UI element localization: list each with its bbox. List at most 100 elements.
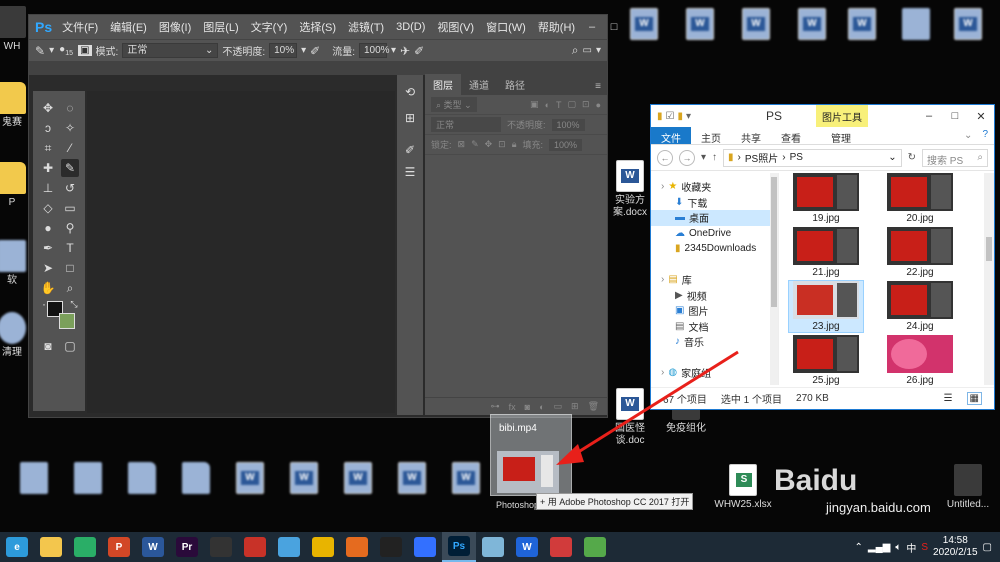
properties-panel-icon[interactable]: ⊞ bbox=[401, 109, 419, 127]
menu-filter[interactable]: 滤镜(T) bbox=[342, 19, 390, 35]
help-icon[interactable]: ? bbox=[976, 127, 994, 144]
chevron-down-icon[interactable]: ⌄ bbox=[960, 127, 976, 144]
menu-type[interactable]: 文字(Y) bbox=[245, 19, 294, 35]
ribbon-tab-view[interactable]: 查看 bbox=[771, 127, 811, 145]
airbrush-icon[interactable]: ✈ bbox=[400, 44, 410, 58]
address-bar[interactable]: ▮ › PS照片 › PS ⌄ bbox=[723, 148, 902, 167]
blend-mode-select[interactable]: 正常 bbox=[431, 117, 501, 132]
lock-artboard-icon[interactable]: ⊡ bbox=[498, 139, 506, 150]
tab-channels[interactable]: 通道 bbox=[461, 74, 497, 95]
layer-style-icon[interactable]: fx bbox=[509, 402, 516, 412]
file-thumbnail[interactable]: 21.jpg bbox=[789, 227, 863, 278]
brush-panel-icon[interactable]: ▣ bbox=[78, 45, 92, 56]
menu-image[interactable]: 图像(I) bbox=[153, 19, 197, 35]
network-icon[interactable]: ▂▄▆ bbox=[868, 542, 890, 553]
brush-tool-icon[interactable]: ✎ bbox=[35, 44, 45, 58]
brush-panel-icon[interactable]: ✐ bbox=[401, 141, 419, 159]
taskbar-app-app-red[interactable] bbox=[238, 532, 272, 562]
adjustments-panel-icon[interactable]: ☰ bbox=[401, 163, 419, 181]
filter-type-icon[interactable]: T bbox=[556, 100, 562, 110]
menu-3d[interactable]: 3D(D) bbox=[390, 21, 431, 33]
taskbar-app-app-orange[interactable] bbox=[340, 532, 374, 562]
ribbon-tab-share[interactable]: 共享 bbox=[731, 127, 771, 145]
chevron-right-icon[interactable]: › bbox=[661, 367, 664, 378]
blurred-icon[interactable] bbox=[834, 8, 890, 43]
breadcrumb-item[interactable]: PS bbox=[790, 152, 803, 163]
back-icon[interactable]: ← bbox=[657, 149, 673, 166]
swap-colors-icon[interactable]: ⤡ bbox=[65, 295, 83, 313]
refresh-icon[interactable]: ↻ bbox=[908, 152, 916, 163]
blurred-icon[interactable] bbox=[384, 462, 440, 497]
path-select-icon[interactable]: ➤ bbox=[39, 259, 57, 277]
screen-mode-icon[interactable]: ▢ bbox=[61, 337, 79, 355]
quick-mask-icon[interactable]: ◙ bbox=[39, 337, 57, 355]
taskbar-app-premiere[interactable]: Pr bbox=[170, 532, 204, 562]
type-tool-icon[interactable]: T bbox=[61, 239, 79, 257]
sogou-icon[interactable]: S bbox=[921, 542, 928, 553]
new-folder-icon[interactable]: ▮ bbox=[677, 111, 683, 122]
sidebar-item[interactable]: › ★ 收藏夹 bbox=[651, 179, 778, 195]
eraser-tool-icon[interactable]: ◇ bbox=[39, 199, 57, 217]
marquee-tool-icon[interactable]: ◌ bbox=[61, 99, 79, 117]
rectangle-tool-icon[interactable]: □ bbox=[61, 259, 79, 277]
tab-layers[interactable]: 图层 bbox=[425, 74, 461, 95]
close-icon[interactable]: ✕ bbox=[968, 110, 994, 123]
history-panel-icon[interactable]: ⟲ bbox=[401, 83, 419, 101]
stamp-tool-icon[interactable]: ⊥ bbox=[39, 179, 57, 197]
chevron-down-icon[interactable]: ⌄ bbox=[888, 152, 896, 163]
thumbnail-view-icon[interactable]: ▦ bbox=[966, 392, 982, 405]
ime-indicator[interactable]: 中 bbox=[906, 540, 916, 555]
search-input[interactable]: 搜索 PS ⌕ bbox=[922, 148, 988, 167]
blurred-icon[interactable] bbox=[222, 462, 278, 497]
lock-position-icon[interactable]: ✥ bbox=[485, 139, 493, 150]
history-brush-icon[interactable]: ↺ bbox=[61, 179, 79, 197]
link-layers-icon[interactable]: ⊶ bbox=[491, 401, 500, 412]
chevron-right-icon[interactable]: › bbox=[661, 181, 664, 192]
canvas-area[interactable] bbox=[87, 91, 395, 413]
ribbon-tab-home[interactable]: 主页 bbox=[691, 127, 731, 145]
lock-pixels-icon[interactable]: ⊠ bbox=[458, 139, 466, 150]
file-thumbnail[interactable]: 24.jpg bbox=[883, 281, 957, 332]
taskbar-app-photoshop[interactable]: Ps bbox=[442, 532, 476, 562]
blurred-icon[interactable] bbox=[276, 462, 332, 497]
sidebar-item[interactable]: ▮ 2345Downloads bbox=[651, 241, 778, 257]
blurred-icon[interactable] bbox=[114, 462, 170, 497]
sidebar-item[interactable]: › ▤ 库 bbox=[651, 272, 778, 288]
layer-opacity-input[interactable]: 100% bbox=[551, 118, 585, 131]
clock[interactable]: 14:58 2020/2/15 bbox=[933, 535, 978, 559]
chevron-down-icon[interactable]: ▾ bbox=[391, 45, 396, 56]
chevron-down-icon[interactable]: ▾ bbox=[686, 111, 691, 122]
blurred-icon[interactable] bbox=[728, 8, 784, 43]
pressure-size-icon[interactable]: ✐ bbox=[414, 44, 424, 58]
notification-icon[interactable]: ▢ bbox=[983, 542, 992, 553]
adjustment-layer-icon[interactable]: ◐ bbox=[539, 402, 544, 412]
blurred-icon[interactable] bbox=[438, 462, 494, 497]
menu-help[interactable]: 帮助(H) bbox=[532, 19, 581, 35]
volume-icon[interactable]: 🔈︎ bbox=[895, 542, 901, 553]
maximize-icon[interactable]: □ bbox=[942, 110, 968, 123]
taskbar-app-chrome[interactable] bbox=[306, 532, 340, 562]
chevron-down-icon[interactable]: ▾ bbox=[301, 45, 306, 56]
blurred-icon[interactable] bbox=[60, 462, 116, 497]
taskbar-app-qq[interactable] bbox=[374, 532, 408, 562]
sidebar-item[interactable]: ▤ 文档 bbox=[651, 319, 778, 335]
blurred-icon[interactable] bbox=[330, 462, 386, 497]
file-thumbnail[interactable]: 20.jpg bbox=[883, 173, 957, 224]
new-group-icon[interactable]: ▭ bbox=[554, 401, 563, 412]
filter-toggle-icon[interactable]: ● bbox=[596, 100, 601, 110]
chevron-down-icon[interactable]: ▾ bbox=[49, 45, 54, 56]
sidebar-item[interactable]: ♪ 音乐 bbox=[651, 334, 778, 350]
fill-input[interactable]: 100% bbox=[549, 138, 583, 151]
lock-all-icon[interactable]: 🔒︎ bbox=[512, 139, 517, 150]
picture-tools-tab[interactable]: 图片工具 bbox=[816, 105, 868, 127]
taskbar-app-app-flower[interactable] bbox=[544, 532, 578, 562]
menu-select[interactable]: 选择(S) bbox=[293, 19, 342, 35]
sidebar-item[interactable]: › ◍ 家庭组 bbox=[651, 365, 778, 381]
details-view-icon[interactable]: ☰ bbox=[944, 393, 953, 404]
search-icon[interactable]: ⌕ bbox=[572, 43, 579, 58]
file-thumbnail[interactable]: 26.jpg bbox=[883, 335, 957, 386]
workspace-icon[interactable]: ▭ bbox=[583, 45, 592, 56]
filter-shape-icon[interactable]: ▢ bbox=[568, 99, 577, 110]
sidebar-item[interactable]: ▣ 图片 bbox=[651, 303, 778, 319]
minimize-icon[interactable]: – bbox=[581, 21, 603, 33]
